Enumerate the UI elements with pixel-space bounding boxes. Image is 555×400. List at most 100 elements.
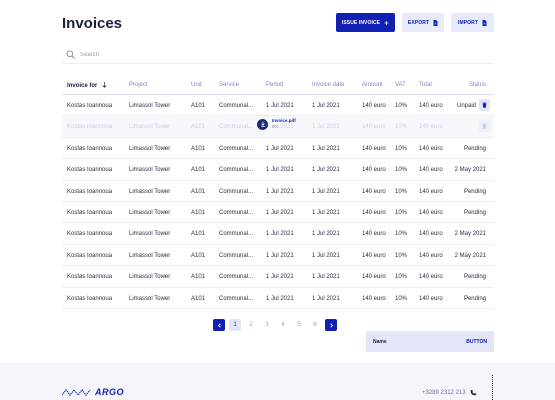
page-1-button[interactable]: 1 <box>229 319 241 331</box>
column-header-invoice-for[interactable]: Invoice for <box>67 82 107 89</box>
cell-vat: 10% <box>395 274 408 281</box>
cell-project: Limassol Tower <box>129 167 171 174</box>
table-row[interactable]: Kostas Ioannoua Limassol Tower A101 Communa… <box>62 202 494 224</box>
cell-total: 140 euro <box>419 274 443 281</box>
cell-vat: 10% <box>395 167 408 174</box>
delete-button[interactable] <box>479 120 490 133</box>
cell-service: Communal... <box>219 252 254 259</box>
cell-period: 1 Jul 2021 <box>266 295 294 302</box>
cell-invoice-for: Kostas Ioannoua <box>67 209 113 216</box>
cell-amount: 140 euro <box>362 188 386 195</box>
cell-period: 1 Jul 2021 <box>266 231 294 238</box>
cell-unit: A101 <box>191 124 206 131</box>
cell-service: Communal... <box>219 231 254 238</box>
cell-vat: 10% <box>395 252 408 259</box>
column-header-total[interactable]: Total <box>419 82 432 88</box>
column-header-status[interactable]: Status <box>469 82 486 88</box>
header-actions: ISSUE INVOICE EXPORT IMPORT <box>336 13 494 32</box>
column-header-unit[interactable]: Unit <box>191 82 202 88</box>
cell-invoice-date: 1 Jul 2021 <box>312 274 340 281</box>
next-page-button[interactable] <box>325 319 337 331</box>
page-3-button[interactable]: 3 <box>261 319 273 331</box>
table-row[interactable]: Kostas Ioannoua Limassol Tower A101 Communa… <box>62 223 494 245</box>
cell-unit: A101 <box>191 274 206 281</box>
trash-icon <box>482 102 487 108</box>
chevron-left-icon <box>217 322 221 328</box>
cell-status: 2 May 2021 <box>454 252 486 259</box>
cell-invoice-for: Kostas Ioannoua <box>67 295 113 302</box>
chevron-right-icon <box>329 322 333 328</box>
cell-project: Limassol Tower <box>129 145 171 152</box>
plus-icon <box>384 20 389 25</box>
cell-status: Pending <box>463 209 486 216</box>
cell-service: Communal... <box>219 295 254 302</box>
table-row[interactable]: Kostas Ioannoua Limassol Tower A101 Communa… <box>62 245 494 267</box>
file-icon <box>433 19 438 26</box>
table-row[interactable]: Kostas Ioannoua Limassol Tower A101 Communa… <box>62 266 494 288</box>
table-row[interactable]: Kostas Ioannoua Limassol Tower A101 Communa… <box>62 138 494 160</box>
column-header-vat[interactable]: VAT <box>395 82 406 88</box>
issue-invoice-button[interactable]: ISSUE INVOICE <box>336 13 395 32</box>
page-5-button[interactable]: 5 <box>293 319 305 331</box>
cell-unit: A101 <box>191 231 206 238</box>
cell-project: Limassol Tower <box>129 209 171 216</box>
cell-amount: 140 euro <box>362 209 386 216</box>
cell-vat: 10% <box>395 209 408 216</box>
search-bar[interactable] <box>62 46 494 64</box>
download-progress-popup: Invoice.pdf 6% <box>257 118 296 130</box>
cell-total: 140 euro <box>419 231 443 238</box>
issue-invoice-label: ISSUE INVOICE <box>341 19 381 26</box>
cell-period: 1 Jul 2021 <box>266 209 294 216</box>
table-row[interactable]: Kostas Ioannoua Limassol Tower A101 Communa… <box>62 288 494 309</box>
brand-logo[interactable]: ARGO <box>62 387 124 397</box>
cell-invoice-for: Kostas Ioannoua <box>67 252 113 259</box>
cell-period: 1 Jul 2021 <box>266 103 294 109</box>
import-label: IMPORT <box>457 19 479 26</box>
panel-name-label: Name <box>373 338 387 345</box>
table-row[interactable]: Kostas Ioannoua Limassol Tower A101 Communa… <box>62 181 494 202</box>
cell-amount: 140 euro <box>362 231 386 238</box>
page-title: Invoices <box>62 15 123 32</box>
column-header-amount[interactable]: Amount <box>362 82 383 88</box>
column-header-project[interactable]: Project <box>129 82 148 88</box>
cell-unit: A101 <box>191 295 206 302</box>
cell-total: 140 euro <box>419 167 443 174</box>
cell-service: Communal... <box>219 124 254 131</box>
cell-invoice-date: 1 Jul 2021 <box>312 167 340 174</box>
cell-status: Pending <box>463 188 486 195</box>
page-2-button[interactable]: 2 <box>245 319 257 331</box>
panel-button[interactable]: BUTTON <box>466 339 487 345</box>
cell-period: 1 Jul 2021 <box>266 188 294 195</box>
column-header-period[interactable]: Period <box>266 82 283 88</box>
cell-service: Communal... <box>219 167 254 174</box>
prev-page-button[interactable] <box>213 319 225 331</box>
export-button[interactable]: EXPORT <box>402 13 444 32</box>
export-label: EXPORT <box>407 19 430 26</box>
search-icon <box>66 50 75 59</box>
page-header: Invoices ISSUE INVOICE EXPORT IMPORT <box>62 13 494 35</box>
cell-invoice-date: 1 Jul 2021 <box>312 124 340 131</box>
cell-project: Limassol Tower <box>129 124 171 131</box>
cell-amount: 140 euro <box>362 252 386 259</box>
cell-invoice-for: Kostas Ioannoua <box>67 188 113 195</box>
brand-name: ARGO <box>95 387 124 397</box>
page-4-button[interactable]: 4 <box>277 319 289 331</box>
table-row[interactable]: Kostas Ioannoua Limassol Tower A101 Comm… <box>62 95 494 117</box>
cell-period: 1 Jul 2021 <box>266 274 294 281</box>
logo-mark-icon <box>62 389 91 396</box>
page-6-button[interactable]: 6 <box>309 319 321 331</box>
footer-phone[interactable]: +3289 2312 213 <box>422 389 477 396</box>
column-header-invoice-date[interactable]: Invoice date <box>312 82 344 88</box>
delete-button[interactable] <box>479 99 490 111</box>
cell-invoice-date: 1 Jul 2021 <box>312 295 340 302</box>
table-row[interactable]: Kostas Ioannoua Limassol Tower A101 Communa… <box>62 159 494 181</box>
cell-invoice-date: 1 Jul 2021 <box>312 188 340 195</box>
table-row[interactable]: Kostas Ioannoua Limassol Tower A101 Comm… <box>62 116 494 138</box>
cell-vat: 10% <box>395 103 408 109</box>
download-progress: 6% <box>272 124 279 130</box>
invoices-table: Invoice for Project Unit Service Period … <box>62 76 494 309</box>
cell-total: 140 euro <box>419 188 443 195</box>
import-button[interactable]: IMPORT <box>451 13 494 32</box>
search-input[interactable] <box>80 51 380 58</box>
column-header-service[interactable]: Service <box>219 82 239 88</box>
